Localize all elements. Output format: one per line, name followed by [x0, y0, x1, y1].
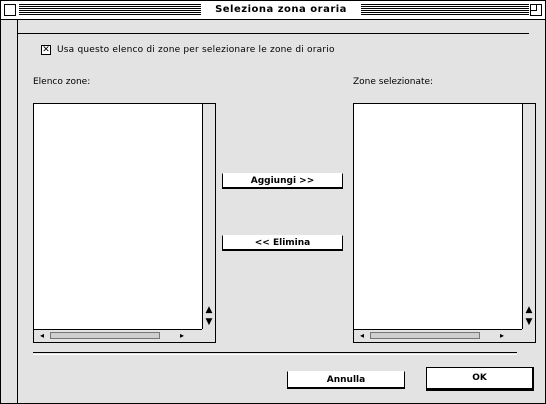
close-box-icon[interactable] [4, 4, 16, 16]
cancel-button[interactable]: Annulla [287, 371, 405, 389]
available-zones-list[interactable]: ▲ ▼ ◂ ▸ [33, 103, 216, 343]
ok-button[interactable]: OK [426, 367, 534, 391]
available-zones-vertical-scrollbar[interactable]: ▲ ▼ [202, 104, 215, 329]
selected-zones-vertical-scrollbar[interactable]: ▲ ▼ [522, 104, 535, 329]
window-title: Seleziona zona oraria [201, 3, 361, 17]
remove-button[interactable]: << Elimina [222, 235, 343, 251]
scroll-thumb[interactable] [50, 332, 160, 339]
use-list-checkbox-label: Usa questo elenco di zone per selezionar… [57, 45, 335, 55]
scroll-corner [202, 329, 215, 342]
left-frame-line [17, 19, 18, 403]
top-frame-line [17, 33, 529, 34]
scroll-left-arrow-icon[interactable]: ◂ [36, 330, 48, 342]
scroll-up-arrow-icon[interactable]: ▲ [524, 305, 534, 315]
selected-zones-horizontal-scrollbar[interactable]: ◂ ▸ [354, 329, 522, 342]
scroll-up-arrow-icon[interactable]: ▲ [204, 305, 214, 315]
scroll-down-arrow-icon[interactable]: ▼ [204, 317, 214, 327]
use-list-option[interactable]: ✕ Usa questo elenco di zone per selezion… [41, 43, 335, 57]
scroll-corner [522, 329, 535, 342]
bottom-separator-highlight [33, 354, 517, 355]
available-zones-horizontal-scrollbar[interactable]: ◂ ▸ [34, 329, 202, 342]
selected-zones-label: Zone selezionate: [353, 77, 434, 87]
add-button[interactable]: Aggiungi >> [222, 173, 343, 189]
available-zones-label: Elenco zone: [33, 77, 91, 87]
scroll-left-arrow-icon[interactable]: ◂ [356, 330, 368, 342]
scroll-down-arrow-icon[interactable]: ▼ [524, 317, 534, 327]
zoom-box-icon[interactable] [530, 4, 542, 16]
selected-zones-list[interactable]: ▲ ▼ ◂ ▸ [353, 103, 536, 343]
scroll-thumb[interactable] [370, 332, 480, 339]
use-list-checkbox[interactable]: ✕ [41, 45, 51, 55]
bottom-separator [33, 352, 517, 353]
title-bar[interactable]: Seleziona zona oraria [1, 1, 545, 20]
dialog-window: Seleziona zona oraria ✕ Usa questo elenc… [0, 0, 546, 404]
scroll-right-arrow-icon[interactable]: ▸ [176, 330, 188, 342]
scroll-right-arrow-icon[interactable]: ▸ [496, 330, 508, 342]
